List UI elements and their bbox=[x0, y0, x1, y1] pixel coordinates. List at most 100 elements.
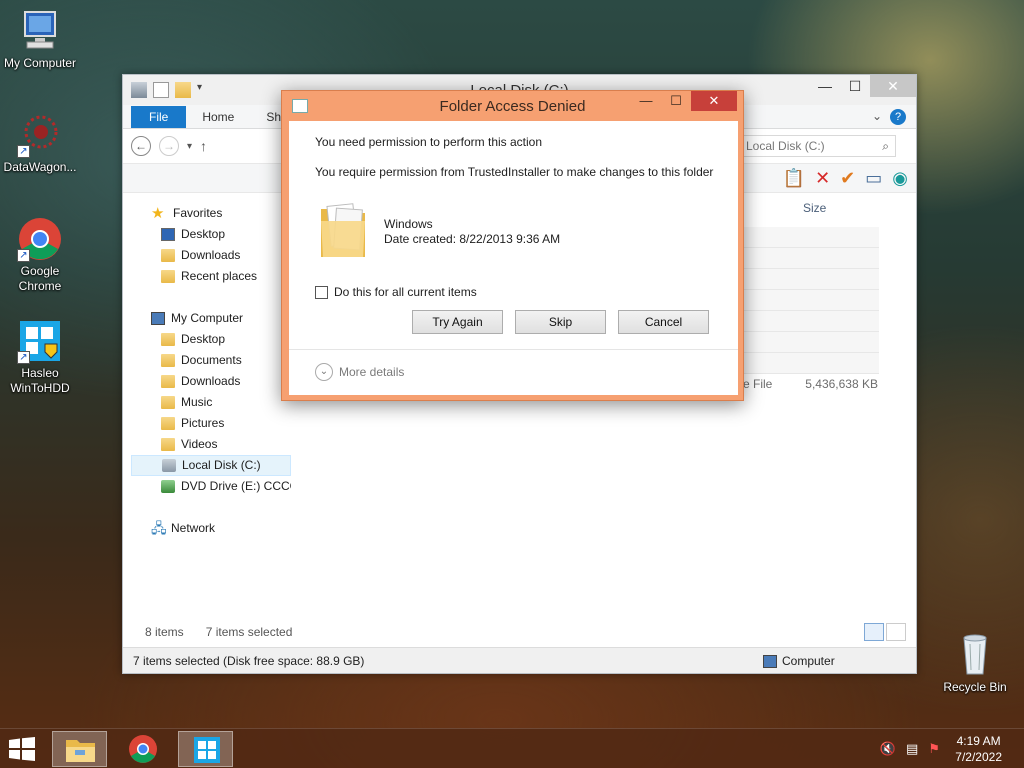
delete-icon[interactable]: ✕ bbox=[815, 168, 830, 189]
recent-locations-icon[interactable]: ▾ bbox=[187, 141, 192, 152]
clock[interactable]: 4:19 AM 7/2/2022 bbox=[955, 733, 1002, 765]
maximize-button[interactable]: ☐ bbox=[840, 75, 870, 97]
up-button[interactable]: ↑ bbox=[200, 138, 207, 154]
chevron-down-icon: ⌄ bbox=[315, 363, 333, 381]
nav-documents[interactable]: Documents bbox=[131, 350, 291, 371]
folder-icon bbox=[161, 249, 175, 262]
nav-videos[interactable]: Videos bbox=[131, 434, 291, 455]
close-button[interactable]: ✕ bbox=[870, 75, 916, 97]
minimize-button[interactable]: — bbox=[631, 91, 661, 111]
apply-all-checkbox[interactable] bbox=[315, 285, 328, 299]
volume-muted-icon[interactable]: 🔇 bbox=[880, 741, 896, 757]
more-details-toggle[interactable]: ⌄ More details bbox=[315, 363, 404, 381]
nav-dvd-drive[interactable]: DVD Drive (E:) CCCC bbox=[131, 476, 291, 497]
close-button[interactable]: ✕ bbox=[691, 91, 737, 111]
dialog-titlebar[interactable]: Folder Access Denied — ☐ ✕ bbox=[282, 91, 743, 121]
folder-icon bbox=[161, 354, 175, 367]
large-icons-view-button[interactable] bbox=[886, 623, 906, 641]
help-icon[interactable]: ? bbox=[890, 109, 906, 125]
table-row[interactable] bbox=[739, 311, 879, 332]
folder-icon bbox=[161, 270, 175, 283]
tab-home[interactable]: Home bbox=[186, 106, 250, 128]
desktop-icon-my-computer[interactable]: My Computer bbox=[0, 8, 80, 71]
details-view-button[interactable] bbox=[864, 623, 884, 641]
try-again-button[interactable]: Try Again bbox=[412, 310, 503, 334]
recycle-bin-icon bbox=[952, 632, 998, 678]
taskbar: 🔇 ▤ ⚑ 4:19 AM 7/2/2022 bbox=[0, 728, 1024, 768]
desktop-icon-chrome[interactable]: ↗ Google Chrome bbox=[0, 216, 80, 294]
nav-fav-recent[interactable]: Recent places bbox=[131, 266, 291, 287]
nav-network[interactable]: 🖧 Network bbox=[131, 518, 291, 539]
paste-icon[interactable]: 📋 bbox=[783, 168, 805, 189]
system-tray: 🔇 ▤ ⚑ bbox=[880, 741, 940, 757]
selected-count: 7 items selected bbox=[205, 625, 293, 639]
check-icon[interactable]: ✔ bbox=[840, 168, 855, 189]
nav-desktop[interactable]: Desktop bbox=[131, 329, 291, 350]
nav-label: Videos bbox=[181, 437, 218, 451]
table-row[interactable] bbox=[739, 290, 879, 311]
action-center-icon[interactable]: ⚑ bbox=[928, 741, 940, 757]
item-count: 8 items bbox=[145, 625, 184, 639]
taskbar-explorer[interactable] bbox=[52, 731, 107, 767]
file-explorer-icon bbox=[66, 740, 95, 762]
skip-button[interactable]: Skip bbox=[515, 310, 606, 334]
item-count-bar: 8 items 7 items selected bbox=[145, 625, 292, 639]
back-button[interactable]: ← bbox=[131, 136, 151, 156]
start-button[interactable] bbox=[8, 737, 38, 763]
nav-downloads[interactable]: Downloads bbox=[131, 371, 291, 392]
nav-favorites[interactable]: ★ Favorites bbox=[131, 203, 291, 224]
computer-icon bbox=[17, 8, 63, 54]
taskbar-chrome[interactable] bbox=[116, 731, 171, 767]
tab-file[interactable]: File bbox=[131, 106, 187, 128]
dialog-divider bbox=[289, 349, 738, 350]
nav-fav-desktop[interactable]: Desktop bbox=[131, 224, 291, 245]
shortcut-arrow-icon: ↗ bbox=[17, 145, 30, 158]
shell-icon[interactable]: ◉ bbox=[892, 168, 908, 189]
nav-label: Music bbox=[181, 395, 213, 409]
table-row[interactable] bbox=[739, 227, 879, 248]
nav-label: Pictures bbox=[181, 416, 225, 430]
toolbar-icons: 📋 ✕ ✔ ▭ ◉ bbox=[783, 168, 908, 189]
desktop-icon-datawagon[interactable]: ↗ DataWagon... bbox=[0, 112, 80, 175]
nav-label: Documents bbox=[181, 353, 242, 367]
table-row-file[interactable]: e File 5,436,638 KB bbox=[743, 377, 878, 391]
table-row[interactable] bbox=[739, 332, 879, 353]
nav-pictures[interactable]: Pictures bbox=[131, 413, 291, 434]
minimize-button[interactable]: — bbox=[810, 75, 840, 97]
file-rows bbox=[739, 227, 879, 374]
nav-fav-downloads[interactable]: Downloads bbox=[131, 245, 291, 266]
cancel-button[interactable]: Cancel bbox=[618, 310, 709, 334]
network-status-icon[interactable]: ▤ bbox=[906, 741, 918, 757]
chrome-icon: ↗ bbox=[17, 216, 63, 262]
window-controls: — ☐ ✕ bbox=[810, 75, 916, 97]
desktop-icon-label: My Computer bbox=[3, 56, 77, 70]
desktop-icon-hasleo[interactable]: ↗ Hasleo WinToHDD bbox=[0, 318, 80, 396]
table-row[interactable] bbox=[739, 269, 879, 290]
table-row[interactable] bbox=[739, 353, 879, 374]
folder-date: Date created: 8/22/2013 9:36 AM bbox=[384, 232, 561, 246]
drive-icon bbox=[162, 459, 176, 472]
folder-icon bbox=[161, 375, 175, 388]
nav-my-computer[interactable]: My Computer bbox=[131, 308, 291, 329]
dialog-window-controls: — ☐ ✕ bbox=[631, 91, 737, 111]
taskbar-wintohdd[interactable] bbox=[178, 731, 233, 767]
maximize-button[interactable]: ☐ bbox=[661, 91, 691, 111]
ribbon-expand-icon[interactable]: ⌄ bbox=[872, 109, 882, 123]
nav-local-disk[interactable]: Local Disk (C:) bbox=[131, 455, 291, 476]
folder-access-denied-dialog: Folder Access Denied — ☐ ✕ You need perm… bbox=[281, 90, 744, 401]
apply-all-label: Do this for all current items bbox=[334, 285, 477, 299]
nav-music[interactable]: Music bbox=[131, 392, 291, 413]
apply-all-checkbox-row[interactable]: Do this for all current items bbox=[315, 285, 477, 299]
table-row[interactable] bbox=[739, 248, 879, 269]
file-type: e File bbox=[743, 377, 773, 391]
forward-button[interactable]: → bbox=[159, 136, 179, 156]
nav-label: Downloads bbox=[181, 374, 241, 388]
more-details-label: More details bbox=[339, 365, 405, 379]
rename-icon[interactable]: ▭ bbox=[865, 168, 882, 189]
search-input[interactable]: Local Disk (C:) ⌕ bbox=[741, 135, 896, 157]
desktop-icon-recycle-bin[interactable]: Recycle Bin bbox=[935, 632, 1015, 695]
nav-label: Desktop bbox=[181, 332, 226, 346]
star-icon: ★ bbox=[151, 205, 165, 222]
column-header-size[interactable]: Size bbox=[803, 201, 826, 215]
